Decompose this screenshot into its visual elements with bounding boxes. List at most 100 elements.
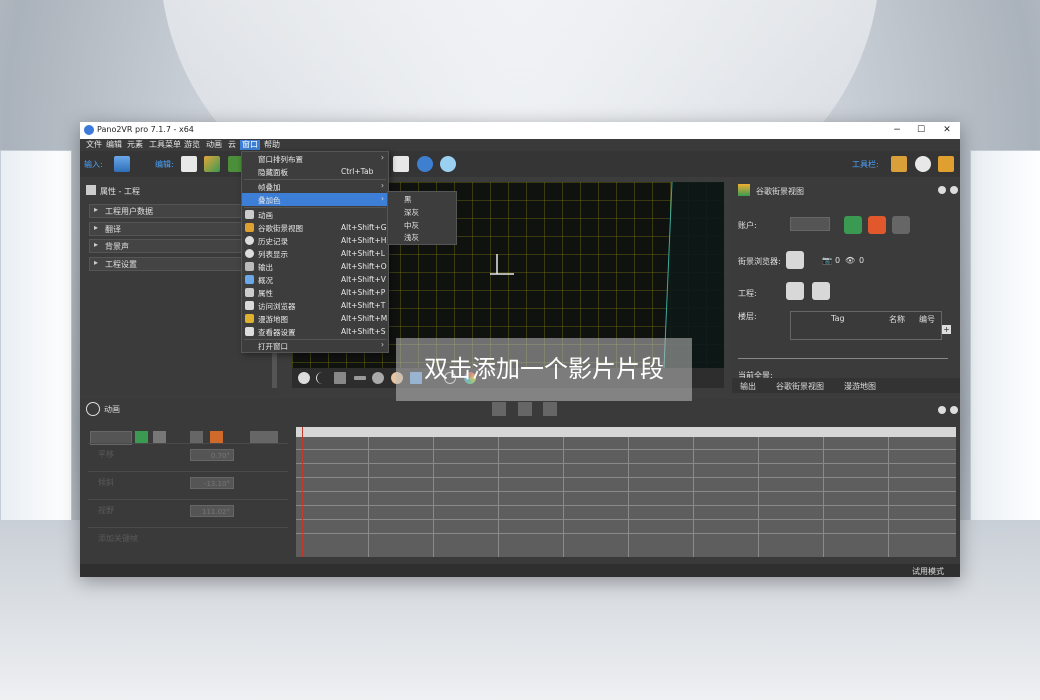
tab-streetview[interactable]: 谷歌街景视图 <box>776 381 824 392</box>
film-icon <box>245 210 254 219</box>
eye-count-icon: 👁 <box>845 256 856 265</box>
timeline-ruler[interactable] <box>296 427 956 437</box>
cloud-icon[interactable] <box>915 156 931 172</box>
streetview-panel: 谷歌街景视图 账户: 街景浏览器: 📷 0 👁 0 工程: 楼层: Tag 名称… <box>732 178 960 395</box>
menu-item-frame-overlay[interactable]: 帧叠加 › <box>242 180 388 193</box>
menu-item-viewer[interactable]: 查看器设置 Alt+Shift+S <box>242 325 388 338</box>
menu-item-overlay-color[interactable]: 叠加色 › <box>242 193 388 206</box>
project-upload-button[interactable] <box>786 282 804 300</box>
tab-map[interactable]: 漫游地图 <box>844 381 876 392</box>
menu-tools[interactable]: 工具菜单 <box>147 140 183 150</box>
pin-icon[interactable] <box>938 186 946 194</box>
settings-button[interactable] <box>868 216 886 234</box>
browser-icon <box>245 301 254 310</box>
tab-output[interactable]: 输出 <box>740 381 756 392</box>
menu-item-streetview[interactable]: 谷歌街景视图 Alt+Shift+G <box>242 221 388 234</box>
lens-tool-icon[interactable] <box>354 376 366 380</box>
menu-animation[interactable]: 动画 <box>204 140 224 150</box>
menu-bar: 文件 编辑 元素 工具菜单 游览 动画 云 窗口 帮助 <box>80 139 960 151</box>
properties-title: 属性 - 工程 <box>100 187 140 196</box>
prev-button[interactable] <box>492 402 506 416</box>
globe-button[interactable] <box>892 216 910 234</box>
right-tabs: 输出 谷歌街景视图 漫游地图 <box>732 378 960 393</box>
track-add-keyframe[interactable]: 添加关键帧 <box>88 527 288 556</box>
track-fov[interactable]: 视野 111.02° <box>88 499 288 528</box>
next-button[interactable] <box>543 402 557 416</box>
divider <box>738 358 948 359</box>
compass-tool-icon[interactable] <box>298 372 310 384</box>
map-icon <box>245 314 254 323</box>
gear-star-icon[interactable] <box>891 156 907 172</box>
film-reel-icon <box>86 402 100 416</box>
menu-item-overview[interactable]: 概况 Alt+Shift+V <box>242 273 388 286</box>
frame-tool-icon[interactable] <box>334 372 346 384</box>
timeline[interactable] <box>296 427 956 557</box>
verify-button[interactable] <box>844 216 862 234</box>
title-bar: Pano2VR pro 7.1.7 - x64 − ☐ ✕ <box>80 122 960 139</box>
menu-cloud[interactable]: 云 <box>226 140 238 150</box>
submenu-black[interactable]: 黑 <box>404 194 412 205</box>
maximize-button[interactable]: ☐ <box>914 124 928 137</box>
minimize-button[interactable]: − <box>890 124 904 137</box>
account-select[interactable] <box>790 217 830 231</box>
account-label: 账户: <box>738 221 757 230</box>
menu-element[interactable]: 元素 <box>125 140 145 150</box>
menu-tour[interactable]: 游览 <box>182 140 202 150</box>
properties-icon <box>245 288 254 297</box>
add-floor-button[interactable]: + <box>942 325 951 334</box>
animation-header: 动画 <box>80 399 960 419</box>
play-button[interactable] <box>518 402 532 416</box>
table-header-name: 名称 <box>889 315 905 324</box>
line-tool-icon[interactable] <box>316 372 329 384</box>
menu-item-hide-panels[interactable]: 隐藏面板 Ctrl+Tab <box>242 165 388 178</box>
menu-item-list[interactable]: 列表显示 Alt+Shift+L <box>242 247 388 260</box>
camera-icon: 📷 <box>822 256 832 265</box>
floor-label: 楼层: <box>738 312 757 321</box>
menu-help[interactable]: 帮助 <box>262 140 282 150</box>
table-header-number: 编号 <box>919 315 935 324</box>
menu-item-map[interactable]: 漫游地图 Alt+Shift+M <box>242 312 388 325</box>
upload-button[interactable] <box>786 251 804 269</box>
main-toolbar: 输入: 编辑: 工具栏: <box>80 151 960 177</box>
submenu-mid-gray[interactable]: 中灰 <box>404 220 419 231</box>
menu-item-arrange[interactable]: 窗口排列布置 › <box>242 152 388 165</box>
notes-icon[interactable] <box>393 156 409 172</box>
list-icon <box>245 249 254 258</box>
menu-item-open-window[interactable]: 打开窗口 › <box>242 339 388 352</box>
animation-title: 动画 <box>104 405 120 414</box>
menu-file[interactable]: 文件 <box>84 140 104 150</box>
menu-item-history[interactable]: 历史记录 Alt+Shift+H <box>242 234 388 247</box>
menu-window[interactable]: 窗口 <box>240 140 260 150</box>
toolbar-label: 工具栏: <box>852 160 879 169</box>
submenu-dark-gray[interactable]: 深灰 <box>404 207 419 218</box>
trial-mode-label: 试用模式 <box>912 567 944 576</box>
overlay-color-submenu: 黑 深灰 中灰 浅灰 <box>387 191 457 245</box>
menu-edit[interactable]: 编辑 <box>104 140 124 150</box>
close-button[interactable]: ✕ <box>940 124 954 137</box>
eye-icon[interactable] <box>440 156 456 172</box>
compass-icon[interactable] <box>417 156 433 172</box>
track-pan[interactable]: 平移 0.70° <box>88 443 288 472</box>
project-label: 工程: <box>738 289 757 298</box>
menu-item-animation[interactable]: 动画 <box>242 208 388 221</box>
playhead[interactable] <box>302 427 303 557</box>
view-count: 0 <box>859 256 865 265</box>
project-download-button[interactable] <box>812 282 830 300</box>
sound-tool-icon[interactable] <box>372 372 384 384</box>
edit-label: 编辑: <box>155 160 174 169</box>
panel-close-icon[interactable] <box>950 186 958 194</box>
animation-close-icon[interactable] <box>950 406 958 414</box>
menu-item-output[interactable]: 输出 Alt+Shift+O <box>242 260 388 273</box>
animation-pin-icon[interactable] <box>938 406 946 414</box>
input-panorama-icon[interactable] <box>114 156 130 172</box>
window-title: Pano2VR pro 7.1.7 - x64 <box>97 125 194 134</box>
share-icon[interactable] <box>938 156 954 172</box>
skin-editor-icon[interactable] <box>204 156 220 172</box>
menu-item-properties[interactable]: 属性 Alt+Shift+P <box>242 286 388 299</box>
floor-table[interactable]: Tag 名称 编号 <box>790 311 942 340</box>
menu-item-browser[interactable]: 访问浏览器 Alt+Shift+T <box>242 299 388 312</box>
animation-panel: 平移 0.70° 倾斜 -13.10° 视野 111.02° 添加关键帧 <box>80 419 960 564</box>
track-tilt[interactable]: 倾斜 -13.10° <box>88 471 288 500</box>
submenu-light-gray[interactable]: 浅灰 <box>404 232 419 243</box>
patch-icon[interactable] <box>181 156 197 172</box>
